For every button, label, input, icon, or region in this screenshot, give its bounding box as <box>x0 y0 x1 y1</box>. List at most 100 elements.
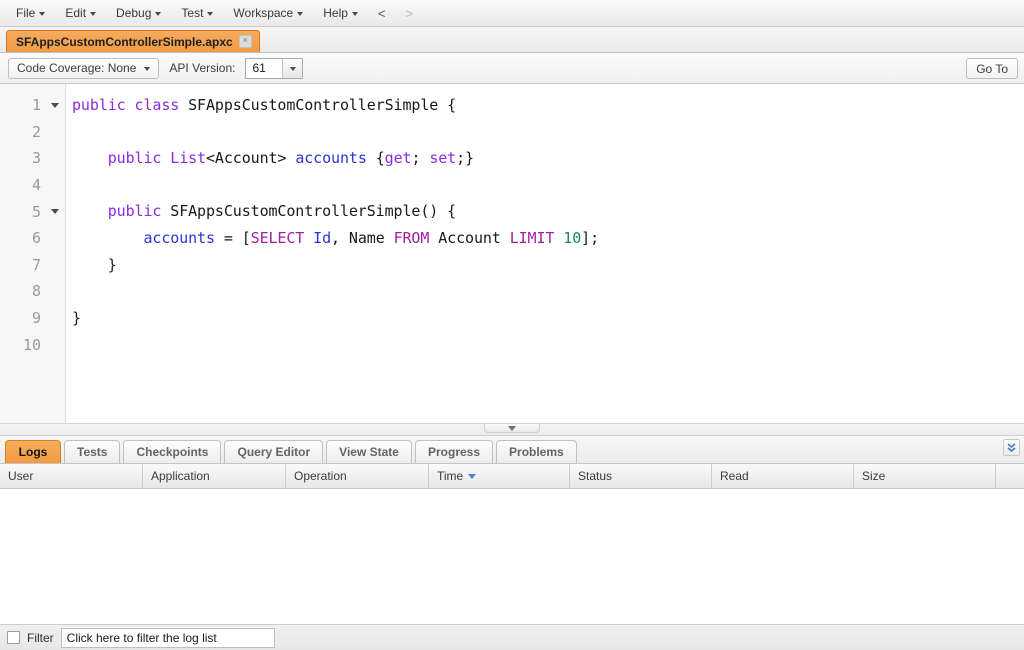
gutter-line-5: 5 <box>0 198 65 225</box>
code-token: } <box>72 256 117 274</box>
code-token <box>304 229 313 247</box>
gutter-line-9: 9 <box>0 305 65 332</box>
panel-tab-tests[interactable]: Tests <box>64 440 120 463</box>
log-table-body[interactable] <box>0 489 1024 624</box>
api-version-select[interactable]: 61 <box>245 58 303 79</box>
log-column-label: User <box>8 469 33 483</box>
log-column-header-read[interactable]: Read <box>712 464 854 488</box>
menu-item-test[interactable]: Test <box>171 2 223 24</box>
code-token: class <box>135 96 180 114</box>
log-column-header-status[interactable]: Status <box>570 464 712 488</box>
line-number: 2 <box>32 123 59 141</box>
code-line-2 <box>72 119 1024 146</box>
panel-tab-query-editor[interactable]: Query Editor <box>224 440 323 463</box>
panel-tab-label: Tests <box>77 445 107 459</box>
menu-item-workspace-label: Workspace <box>233 6 293 20</box>
line-number: 8 <box>32 282 59 300</box>
log-filter-input[interactable] <box>61 628 275 648</box>
code-token: FROM <box>394 229 430 247</box>
code-line-5: public SFAppsCustomControllerSimple() { <box>72 198 1024 225</box>
panel-tab-problems[interactable]: Problems <box>496 440 577 463</box>
code-line-10 <box>72 331 1024 358</box>
code-token: public <box>108 202 162 220</box>
filter-checkbox[interactable] <box>7 631 20 644</box>
code-token <box>554 229 563 247</box>
panel-collapse-handle[interactable] <box>484 424 540 433</box>
expand-panel-icon[interactable] <box>1003 439 1020 456</box>
file-tab-sfappscustomcontrollersimple[interactable]: SFAppsCustomControllerSimple.apxc × <box>6 30 260 52</box>
log-column-header-application[interactable]: Application <box>143 464 286 488</box>
line-number: 3 <box>32 149 59 167</box>
nav-back-icon[interactable]: < <box>368 3 396 24</box>
go-to-button[interactable]: Go To <box>966 58 1018 79</box>
menu-item-help-label: Help <box>323 6 348 20</box>
log-column-label: Time <box>437 469 463 483</box>
code-token: SELECT <box>251 229 305 247</box>
code-token: Id <box>313 229 331 247</box>
code-token: public <box>108 149 162 167</box>
code-line-7: } <box>72 252 1024 279</box>
menu-item-debug-label: Debug <box>116 6 151 20</box>
nav-forward-icon[interactable]: > <box>396 3 424 24</box>
chevron-down-icon <box>297 12 303 16</box>
gutter-line-3: 3 <box>0 145 65 172</box>
code-token <box>72 229 143 247</box>
code-token <box>72 149 108 167</box>
code-line-9: } <box>72 305 1024 332</box>
chevron-down-icon <box>155 12 161 16</box>
panel-tab-checkpoints[interactable]: Checkpoints <box>123 440 221 463</box>
editor-toolbar: Code Coverage: None API Version: 61 Go T… <box>0 53 1024 84</box>
code-line-3: public List<Account> accounts {get; set;… <box>72 145 1024 172</box>
api-version-value: 61 <box>246 59 282 78</box>
gutter-line-6: 6 <box>0 225 65 252</box>
line-number: 9 <box>32 309 59 327</box>
code-token: set <box>429 149 456 167</box>
log-column-label: Status <box>578 469 612 483</box>
gutter-line-1: 1 <box>0 92 65 119</box>
panel-tab-label: Checkpoints <box>136 445 208 459</box>
log-column-header-size[interactable]: Size <box>854 464 996 488</box>
panel-splitter[interactable] <box>0 423 1024 436</box>
log-column-header-operation[interactable]: Operation <box>286 464 429 488</box>
log-column-label: Read <box>720 469 749 483</box>
log-column-header-time[interactable]: Time <box>429 464 570 488</box>
file-tab-label: SFAppsCustomControllerSimple.apxc <box>16 35 233 49</box>
code-token: get <box>385 149 412 167</box>
code-coverage-button[interactable]: Code Coverage: None <box>8 58 159 79</box>
log-column-header-user[interactable]: User <box>0 464 143 488</box>
sort-descending-icon <box>468 474 476 479</box>
code-line-6: accounts = [SELECT Id, Name FROM Account… <box>72 225 1024 252</box>
code-token: <Account> <box>206 149 295 167</box>
panel-tab-progress[interactable]: Progress <box>415 440 493 463</box>
code-line-8 <box>72 278 1024 305</box>
code-line-4 <box>72 172 1024 199</box>
code-text-area[interactable]: public class SFAppsCustomControllerSimpl… <box>66 84 1024 423</box>
file-tab-strip: SFAppsCustomControllerSimple.apxc × <box>0 27 1024 53</box>
code-token: List <box>170 149 206 167</box>
menu-item-help[interactable]: Help <box>313 2 368 24</box>
code-fold-icon[interactable] <box>51 103 59 108</box>
gutter-line-10: 10 <box>0 331 65 358</box>
menu-item-debug[interactable]: Debug <box>106 2 171 24</box>
menu-bar: File Edit Debug Test Workspace Help < > <box>0 0 1024 27</box>
code-fold-icon[interactable] <box>51 209 59 214</box>
menu-item-file[interactable]: File <box>6 2 55 24</box>
code-token <box>126 96 135 114</box>
panel-tab-label: Query Editor <box>237 445 310 459</box>
gutter-line-7: 7 <box>0 252 65 279</box>
panel-tab-logs[interactable]: Logs <box>5 440 61 463</box>
menu-item-edit[interactable]: Edit <box>55 2 106 24</box>
chevron-down-icon <box>39 12 45 16</box>
panel-tab-label: View State <box>339 445 399 459</box>
gutter-line-8: 8 <box>0 278 65 305</box>
menu-item-workspace[interactable]: Workspace <box>223 2 313 24</box>
panel-tab-view-state[interactable]: View State <box>326 440 412 463</box>
close-icon[interactable]: × <box>239 35 252 48</box>
log-column-label: Size <box>862 469 885 483</box>
line-number: 6 <box>32 229 59 247</box>
gutter-line-2: 2 <box>0 119 65 146</box>
menu-item-edit-label: Edit <box>65 6 86 20</box>
code-editor[interactable]: 12345678910 public class SFAppsCustomCon… <box>0 84 1024 423</box>
log-table-header: User ApplicationOperation Time Status Read Si… <box>0 464 1024 489</box>
code-token: Account <box>429 229 509 247</box>
